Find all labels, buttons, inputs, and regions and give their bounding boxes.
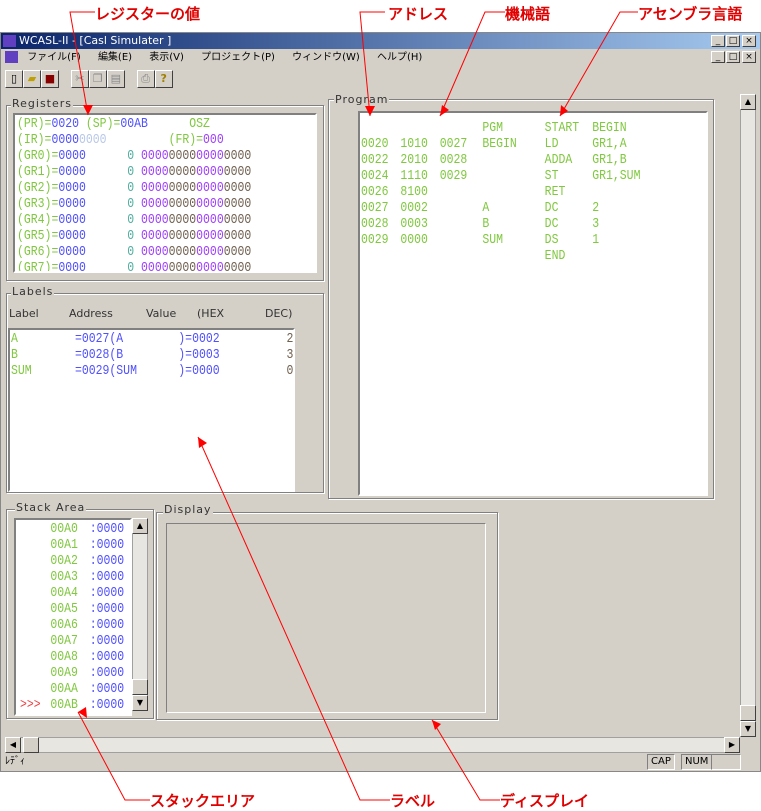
arrow-labels — [197, 436, 390, 801]
arrow-address — [359, 11, 385, 117]
arrow-stack — [77, 711, 150, 801]
arrow-registers — [69, 11, 95, 116]
arrow-display — [431, 719, 500, 801]
arrow-assembler — [559, 11, 638, 117]
arrow-machine-code — [439, 11, 505, 117]
annotation-arrows — [69, 11, 638, 801]
